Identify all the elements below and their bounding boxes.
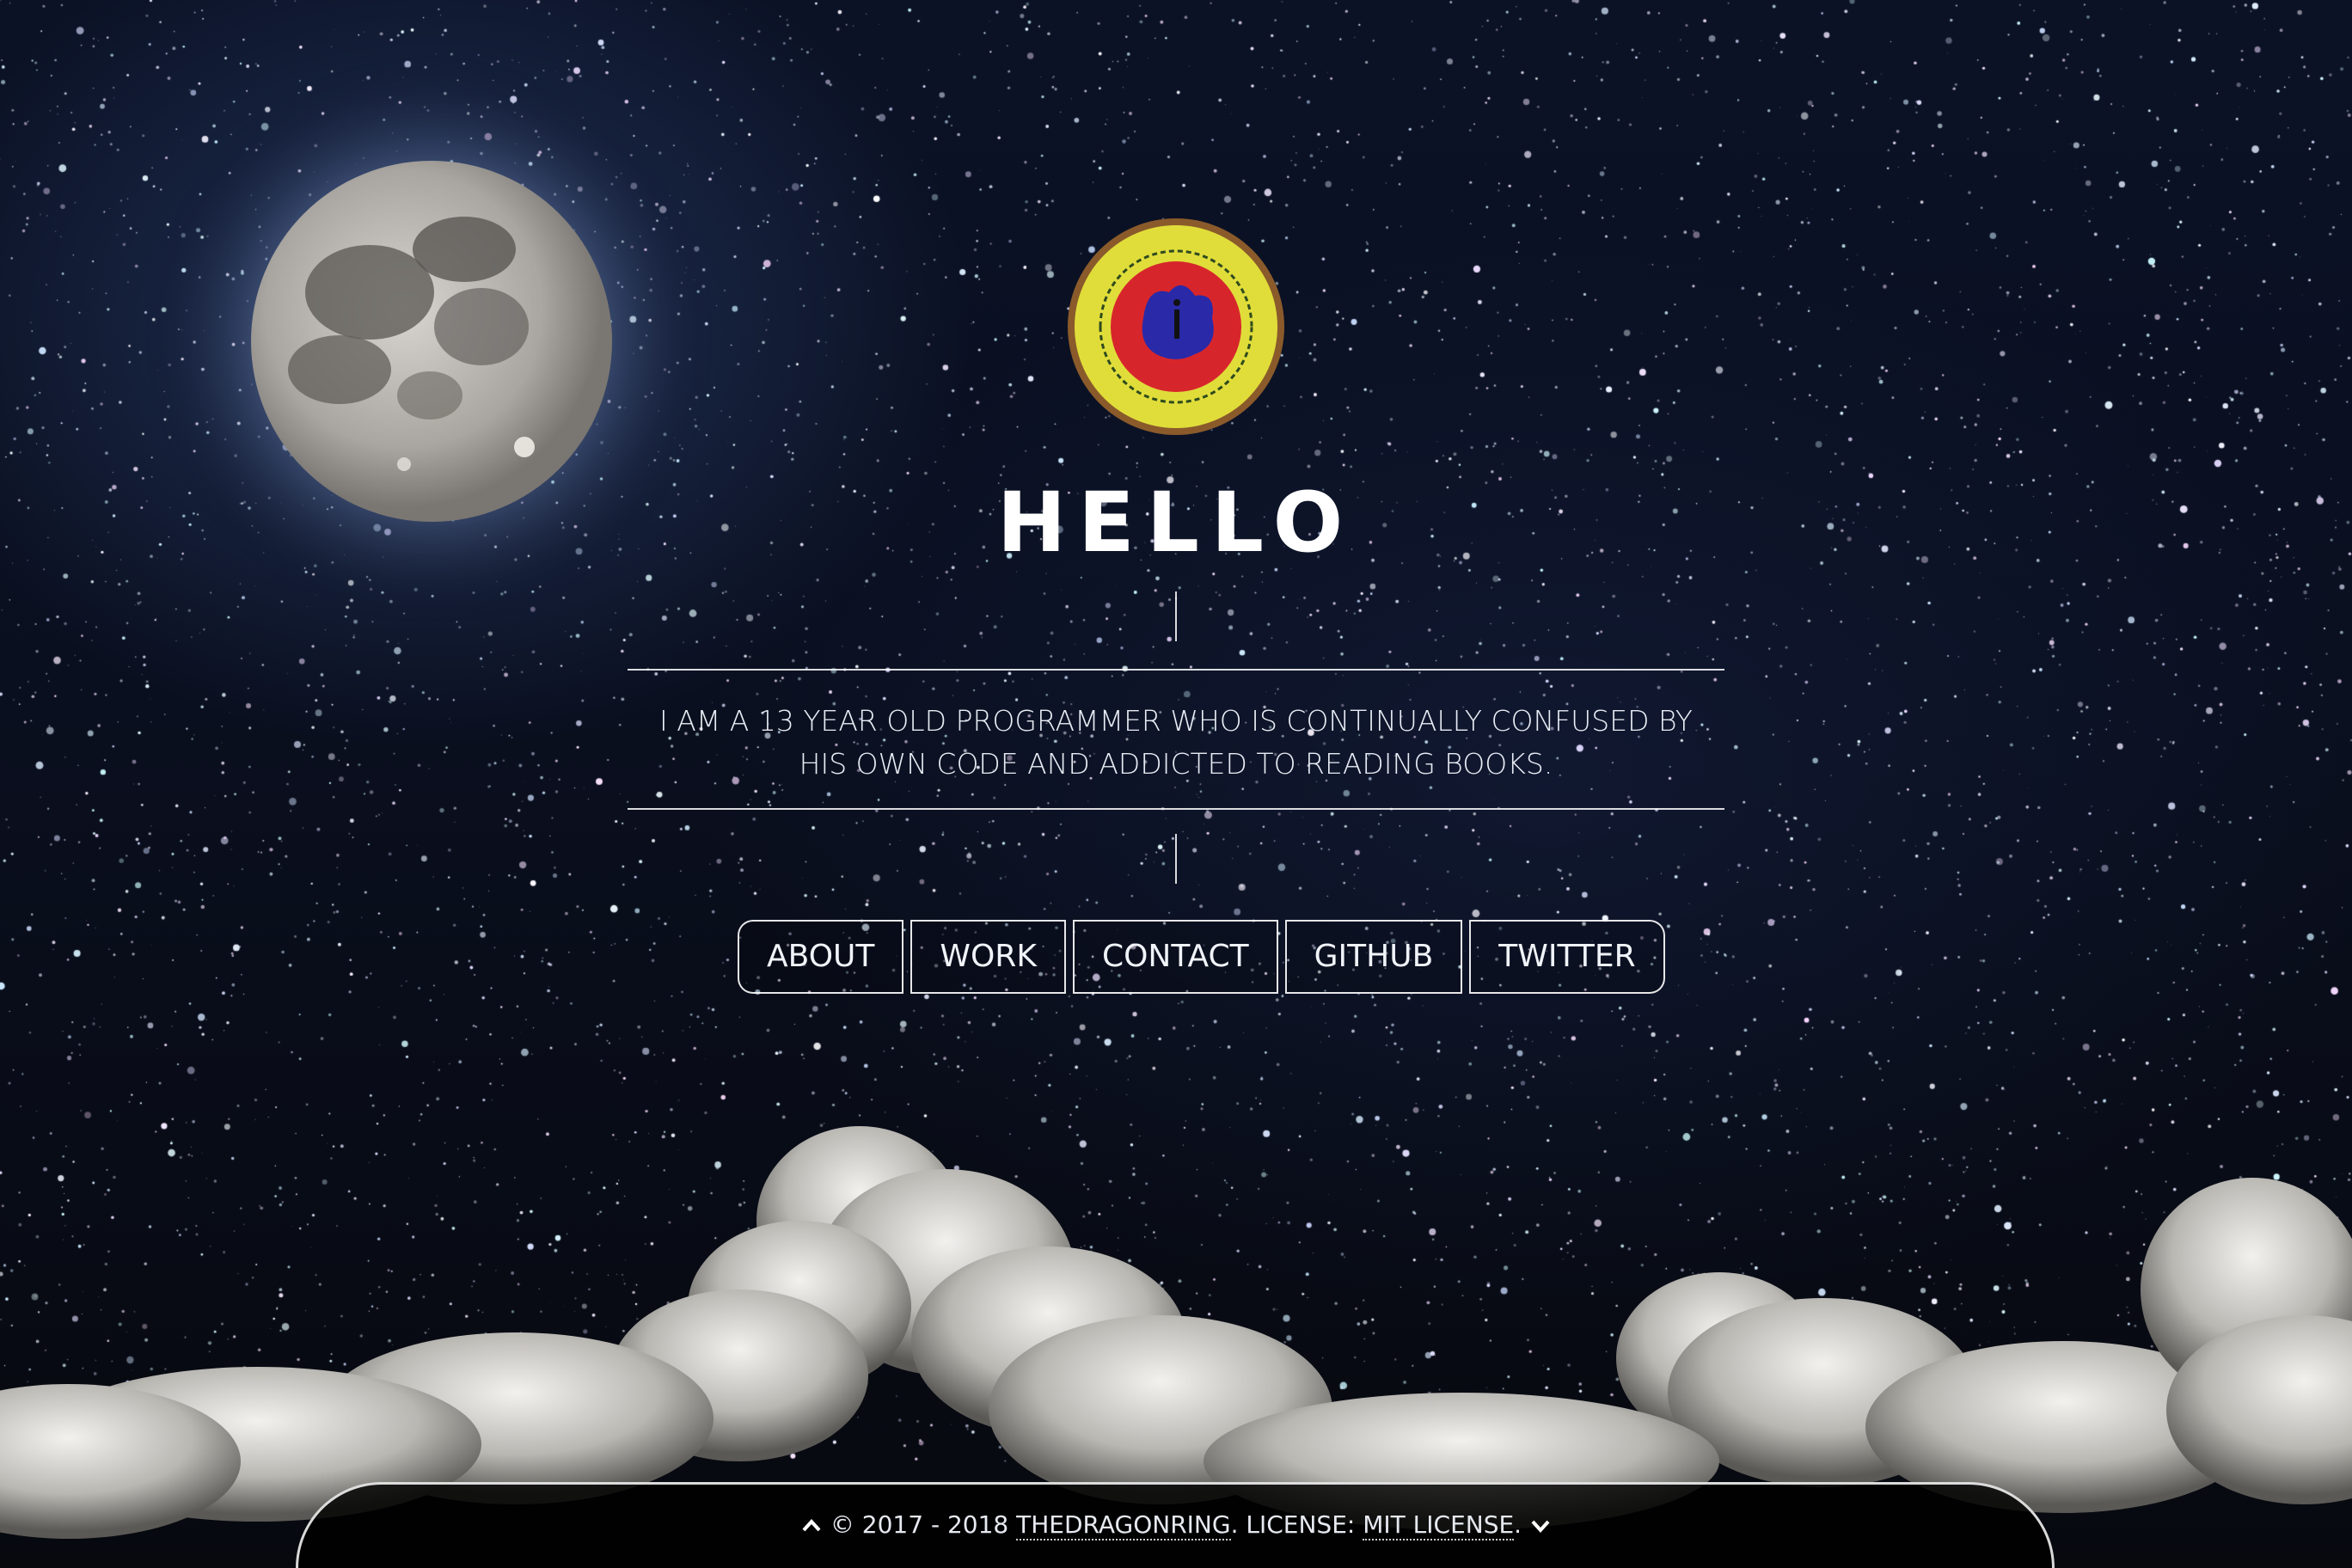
nav-button-about[interactable]: ABOUT bbox=[738, 920, 904, 994]
nav-button-contact[interactable]: CONTACT bbox=[1072, 920, 1278, 994]
nav-button-github[interactable]: GITHUB bbox=[1284, 920, 1463, 994]
nav-button-twitter[interactable]: TWITTER bbox=[1469, 920, 1665, 994]
nav-button-work[interactable]: WORK bbox=[910, 920, 1066, 994]
page-title: HELLO bbox=[996, 475, 1356, 571]
main-nav: ABOUT WORK CONTACT GITHUB TWITTER bbox=[738, 920, 1665, 994]
tagline-line-1: I AM A 13 YEAR OLD PROGRAMMER WHO IS CON… bbox=[659, 704, 1693, 738]
dragon-ring-logo bbox=[1068, 218, 1284, 435]
tagline: I AM A 13 YEAR OLD PROGRAMMER WHO IS CON… bbox=[653, 700, 1699, 786]
author-link[interactable]: THEDRAGONRING bbox=[1016, 1510, 1231, 1540]
divider-vertical-bottom bbox=[1175, 834, 1177, 884]
divider-horizontal-top bbox=[628, 669, 1724, 671]
footer-copyright: © 2017 - 2018 bbox=[830, 1510, 1009, 1539]
chevron-down-icon[interactable] bbox=[1529, 1515, 1552, 1537]
footer-text: © 2017 - 2018 THEDRAGONRING. LICENSE: MI… bbox=[0, 1506, 2352, 1544]
divider-horizontal-bottom bbox=[628, 808, 1724, 810]
divider-vertical-top bbox=[1175, 591, 1177, 641]
tagline-line-2: HIS OWN CODE AND ADDICTED TO READING BOO… bbox=[799, 747, 1553, 781]
license-link[interactable]: MIT LICENSE bbox=[1363, 1510, 1515, 1540]
chevron-up-icon[interactable] bbox=[800, 1515, 823, 1537]
background-night-sky: HELLO I AM A 13 YEAR OLD PROGRAMMER WHO … bbox=[0, 0, 2352, 1568]
hero-section: HELLO I AM A 13 YEAR OLD PROGRAMMER WHO … bbox=[0, 0, 2352, 1568]
footer-license-prefix: . LICENSE: bbox=[1230, 1510, 1356, 1539]
footer-end-punct: . bbox=[1514, 1510, 1522, 1539]
